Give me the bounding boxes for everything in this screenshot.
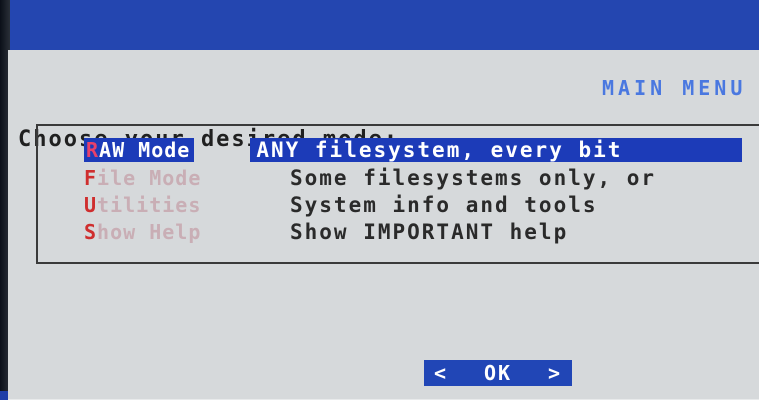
menu-item-label-rest: ile Mode bbox=[97, 166, 202, 190]
menu-item-label-rest: tilities bbox=[97, 193, 202, 217]
right-arrow-icon: > bbox=[547, 361, 562, 385]
dialog-title: MAIN MENU bbox=[602, 76, 747, 100]
hotkey-letter: R bbox=[86, 138, 100, 162]
menu-item-label: File Mode bbox=[84, 166, 234, 190]
menu-item-description: Some filesystems only, or bbox=[290, 166, 657, 190]
menu-item-file-mode[interactable]: File Mode Some filesystems only, or bbox=[84, 164, 656, 192]
menu-item-raw-mode[interactable]: RAW Mode ANY filesystem, every bit bbox=[84, 136, 743, 164]
hotkey-letter: U bbox=[84, 193, 98, 217]
menu-item-utilities[interactable]: Utilities System info and tools bbox=[84, 191, 598, 219]
left-arrow-icon: < bbox=[434, 361, 449, 385]
menu-item-description: System info and tools bbox=[290, 193, 598, 217]
ok-button-label: OK bbox=[483, 361, 513, 385]
menu-item-label: RAW Mode bbox=[84, 138, 195, 162]
hotkey-letter: S bbox=[84, 220, 98, 244]
ok-button[interactable]: < OK > bbox=[424, 360, 572, 386]
menu-item-label-rest: how Help bbox=[97, 220, 202, 244]
menu-item-description: ANY filesystem, every bit bbox=[250, 138, 743, 162]
menu-item-label: Show Help bbox=[84, 220, 234, 244]
menu-item-label: Utilities bbox=[84, 193, 234, 217]
menu-item-description: Show IMPORTANT help bbox=[290, 220, 569, 244]
menu-item-show-help[interactable]: Show Help Show IMPORTANT help bbox=[84, 218, 568, 246]
menu-item-label-rest: AW Mode bbox=[99, 138, 191, 162]
hotkey-letter: F bbox=[84, 166, 98, 190]
